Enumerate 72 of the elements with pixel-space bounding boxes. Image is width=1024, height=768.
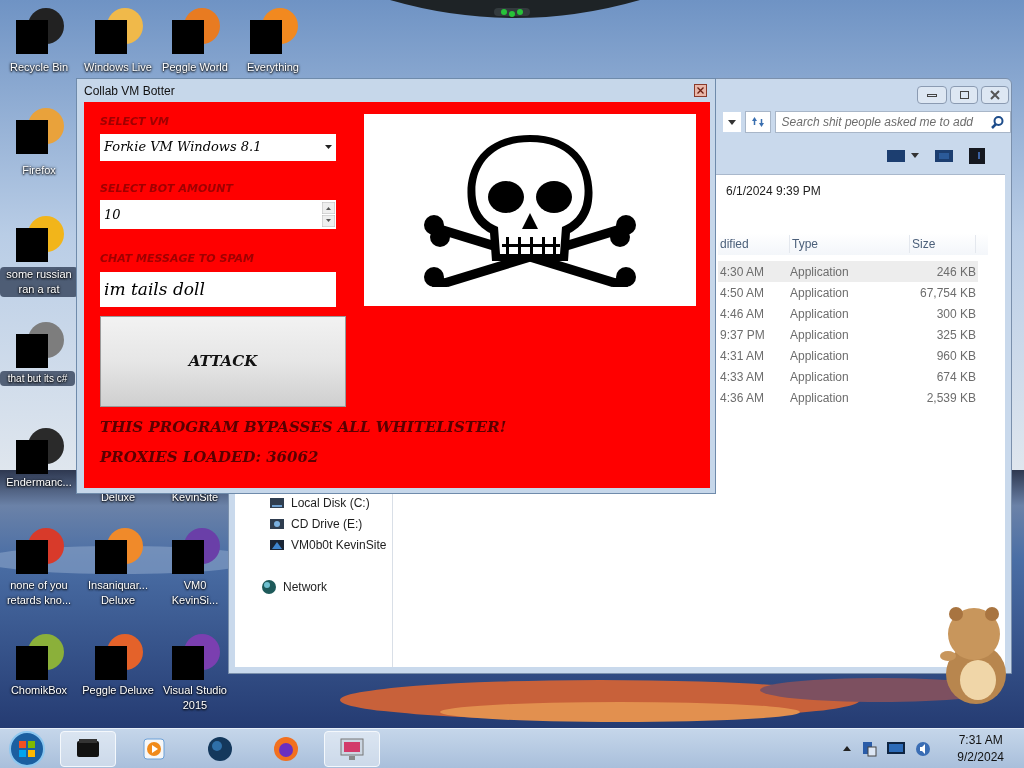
refresh-button[interactable] xyxy=(744,111,771,133)
field-label: SELECT VM xyxy=(100,114,170,130)
column-header[interactable]: Size xyxy=(910,235,976,253)
start-button[interactable] xyxy=(8,729,46,768)
caret-icon[interactable] xyxy=(911,153,919,158)
clock-date[interactable]: 9/2/2024 xyxy=(957,748,1004,766)
file-row[interactable]: 4:46 AM Application 300 KB xyxy=(718,303,978,324)
up-arrow-icon[interactable] xyxy=(322,202,335,214)
preview-pane-icon[interactable] xyxy=(935,149,953,162)
refresh-icon[interactable] xyxy=(749,115,766,129)
icon-label: Visual Studio 2015 xyxy=(162,683,228,713)
file-row[interactable]: 4:30 AM Application 246 KB xyxy=(718,261,978,282)
notice-text: THIS PROGRAM BYPASSES ALL WHITELISTER! xyxy=(100,416,508,438)
caret-icon[interactable] xyxy=(727,119,736,125)
minimize-button[interactable] xyxy=(917,86,947,104)
date-modified-text: 6/1/2024 9:39 PM xyxy=(726,183,822,200)
globe-icon[interactable] xyxy=(206,734,234,763)
icon-label: Everything xyxy=(246,60,300,75)
drive-icon xyxy=(269,537,285,553)
maximize-button[interactable] xyxy=(950,86,978,104)
icon-label: none of you retards kno... xyxy=(5,578,73,608)
proxies-count-text: PROXIES LOADED: 36062 xyxy=(100,447,320,468)
icon-label: ChomikBox xyxy=(9,683,69,698)
globe-icon xyxy=(261,579,277,595)
file-row[interactable]: 9:37 PM Application 325 KB xyxy=(718,324,978,345)
icon-label: VM0 KevinSi... xyxy=(170,578,220,608)
icon-label: Peggle Deluxe xyxy=(81,683,155,698)
icon-label: Windows Live xyxy=(83,60,153,75)
nav-item[interactable]: Local Disk (C:) xyxy=(235,495,392,511)
close-button[interactable] xyxy=(981,86,1009,104)
file-row[interactable]: 4:31 AM Application 960 KB xyxy=(718,345,978,366)
message-input[interactable]: im tails doll xyxy=(100,271,336,307)
nav-item[interactable]: VM0b0t KevinSite xyxy=(235,537,392,553)
icon-label: Endermanc... xyxy=(5,475,73,490)
file-row[interactable]: 4:33 AM Application 674 KB xyxy=(718,366,978,387)
help-icon[interactable] xyxy=(969,147,985,164)
speaker-icon[interactable] xyxy=(915,740,932,757)
search-field[interactable]: Search shit people asked me to add xyxy=(774,111,1011,133)
window-title: Collab VM Botter xyxy=(84,82,175,100)
drive-icon xyxy=(269,495,285,511)
column-header[interactable]: dified xyxy=(718,235,790,253)
attack-button[interactable]: ATTACK xyxy=(100,315,346,407)
taskbar-button[interactable] xyxy=(60,730,116,767)
file-row[interactable]: 4:36 AM Application 2,539 KB xyxy=(718,387,978,408)
field-label: SELECT BOT AMOUNT xyxy=(100,180,235,197)
view-icon[interactable] xyxy=(887,149,905,162)
browser-icon[interactable] xyxy=(272,734,300,763)
down-arrow-icon[interactable] xyxy=(322,215,335,227)
vm-dropdown[interactable]: Forkie VM Windows 8.1 xyxy=(100,133,336,161)
clock-time[interactable]: 7:31 AM xyxy=(958,731,1003,749)
show-hidden-icons-button[interactable] xyxy=(843,746,852,751)
nav-item[interactable]: CD Drive (E:) xyxy=(235,516,392,532)
icon-label: KevinSite xyxy=(170,490,220,505)
address-dropdown-button[interactable] xyxy=(723,112,741,132)
nav-item[interactable]: Network xyxy=(235,579,392,595)
file-row[interactable]: 4:50 AM Application 67,754 KB xyxy=(718,282,978,303)
icon-label: some russian ran a rat xyxy=(0,267,78,297)
icon-label: Insaniquar... Deluxe xyxy=(87,578,149,608)
icon-label: Firefox xyxy=(21,163,57,178)
icon-label: Recycle Bin xyxy=(8,60,70,75)
caret-icon[interactable] xyxy=(325,145,332,149)
bot-amount-spinner[interactable]: 10 xyxy=(100,200,336,229)
close-icon[interactable] xyxy=(990,90,1000,100)
icon-label: that but its c# xyxy=(0,371,75,386)
icon-label: Peggle World xyxy=(161,60,229,75)
skull-and-crossbones-icon xyxy=(422,133,638,287)
drive-icon xyxy=(269,516,285,532)
network-tray-icon[interactable] xyxy=(861,740,878,757)
field-label: CHAT MESSAGE TO SPAM xyxy=(100,251,255,267)
search-icon[interactable] xyxy=(991,115,1004,129)
monitor-tray-icon[interactable] xyxy=(887,741,906,756)
column-header[interactable]: Type xyxy=(790,235,910,253)
